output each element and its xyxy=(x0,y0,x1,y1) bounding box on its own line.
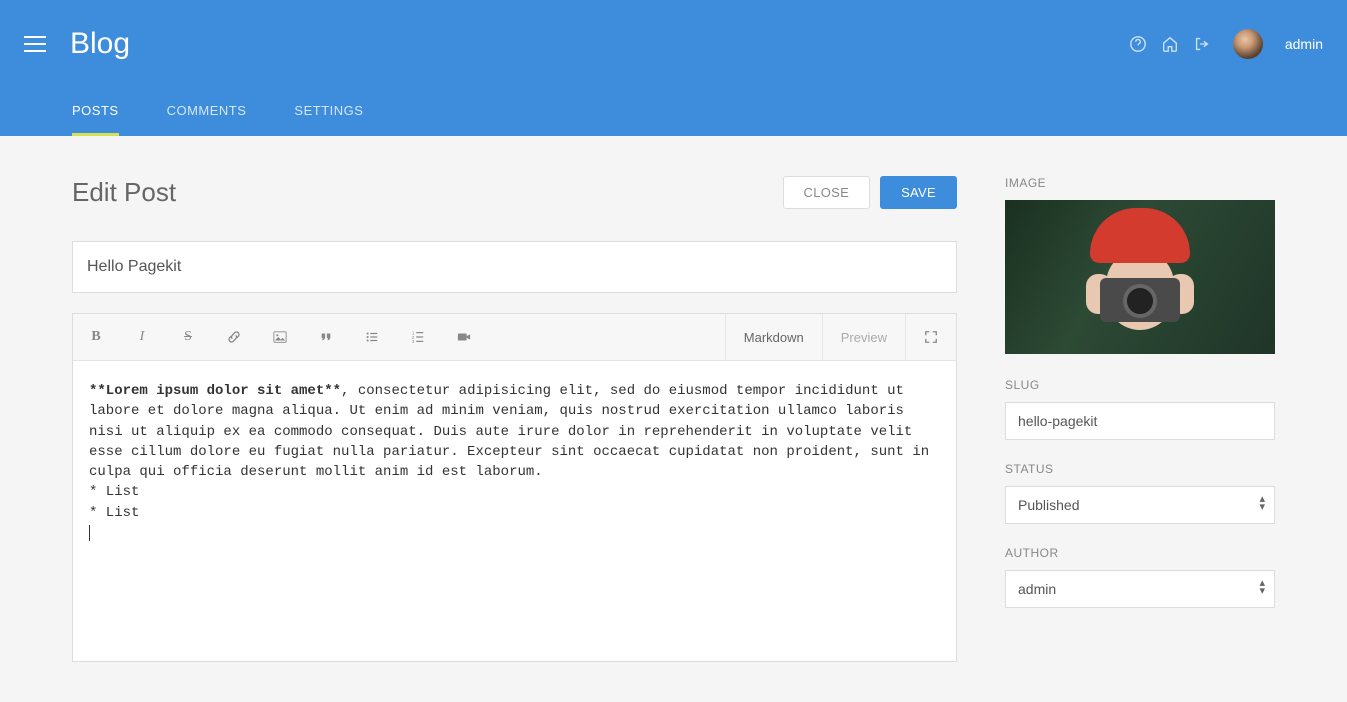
strikethrough-icon[interactable]: S xyxy=(165,314,211,360)
header-actions: admin xyxy=(1129,29,1323,59)
main-column: Edit Post CLOSE SAVE B I S xyxy=(72,176,957,662)
header-bar: Blog admin xyxy=(0,0,1347,88)
bold-icon[interactable]: B xyxy=(73,314,119,360)
menu-icon[interactable] xyxy=(24,36,46,52)
preview-mode-button[interactable]: Preview xyxy=(822,314,905,360)
slug-input[interactable] xyxy=(1005,402,1275,440)
close-button[interactable]: CLOSE xyxy=(783,176,871,209)
editor-toolbar: B I S 123 xyxy=(73,314,956,361)
app-header: Blog admin POSTS COMMENTS SETTINGS xyxy=(0,0,1347,136)
tab-settings[interactable]: SETTINGS xyxy=(294,88,363,136)
avatar[interactable] xyxy=(1233,29,1263,59)
editor-textarea[interactable]: **Lorem ipsum dolor sit amet**, consecte… xyxy=(73,361,956,661)
sidebar: IMAGE SLUG STATUS ▴▾ AUTHOR ▴▾ xyxy=(1005,176,1275,662)
image-label: IMAGE xyxy=(1005,176,1275,190)
slug-label: SLUG xyxy=(1005,378,1275,392)
app-title: Blog xyxy=(70,27,1129,61)
status-label: STATUS xyxy=(1005,462,1275,476)
tab-posts[interactable]: POSTS xyxy=(72,88,119,136)
editor-rest-segment: , consectetur adipisicing elit, sed do e… xyxy=(89,383,938,521)
numbered-list-icon[interactable]: 123 xyxy=(395,314,441,360)
editor: B I S 123 xyxy=(72,313,957,662)
post-title-input[interactable] xyxy=(72,241,957,293)
page-title: Edit Post xyxy=(72,177,176,208)
featured-image[interactable] xyxy=(1005,200,1275,354)
video-icon[interactable] xyxy=(441,314,487,360)
home-icon[interactable] xyxy=(1161,35,1179,53)
page-actions: CLOSE SAVE xyxy=(783,176,958,209)
help-icon[interactable] xyxy=(1129,35,1147,53)
tab-comments[interactable]: COMMENTS xyxy=(167,88,247,136)
link-icon[interactable] xyxy=(211,314,257,360)
svg-text:3: 3 xyxy=(412,339,415,344)
quote-icon[interactable] xyxy=(303,314,349,360)
author-label: AUTHOR xyxy=(1005,546,1275,560)
username[interactable]: admin xyxy=(1285,36,1323,52)
save-button[interactable]: SAVE xyxy=(880,176,957,209)
logout-icon[interactable] xyxy=(1193,35,1211,53)
page-header: Edit Post CLOSE SAVE xyxy=(72,176,957,209)
fullscreen-icon[interactable] xyxy=(905,314,956,360)
italic-icon[interactable]: I xyxy=(119,314,165,360)
bullet-list-icon[interactable] xyxy=(349,314,395,360)
editor-bold-segment: **Lorem ipsum dolor sit amet** xyxy=(89,383,341,399)
author-select[interactable] xyxy=(1005,570,1275,608)
status-select[interactable] xyxy=(1005,486,1275,524)
markdown-mode-button[interactable]: Markdown xyxy=(725,314,822,360)
tab-bar: POSTS COMMENTS SETTINGS xyxy=(0,88,1347,136)
text-cursor xyxy=(89,525,90,541)
content: Edit Post CLOSE SAVE B I S xyxy=(0,136,1347,702)
image-icon[interactable] xyxy=(257,314,303,360)
